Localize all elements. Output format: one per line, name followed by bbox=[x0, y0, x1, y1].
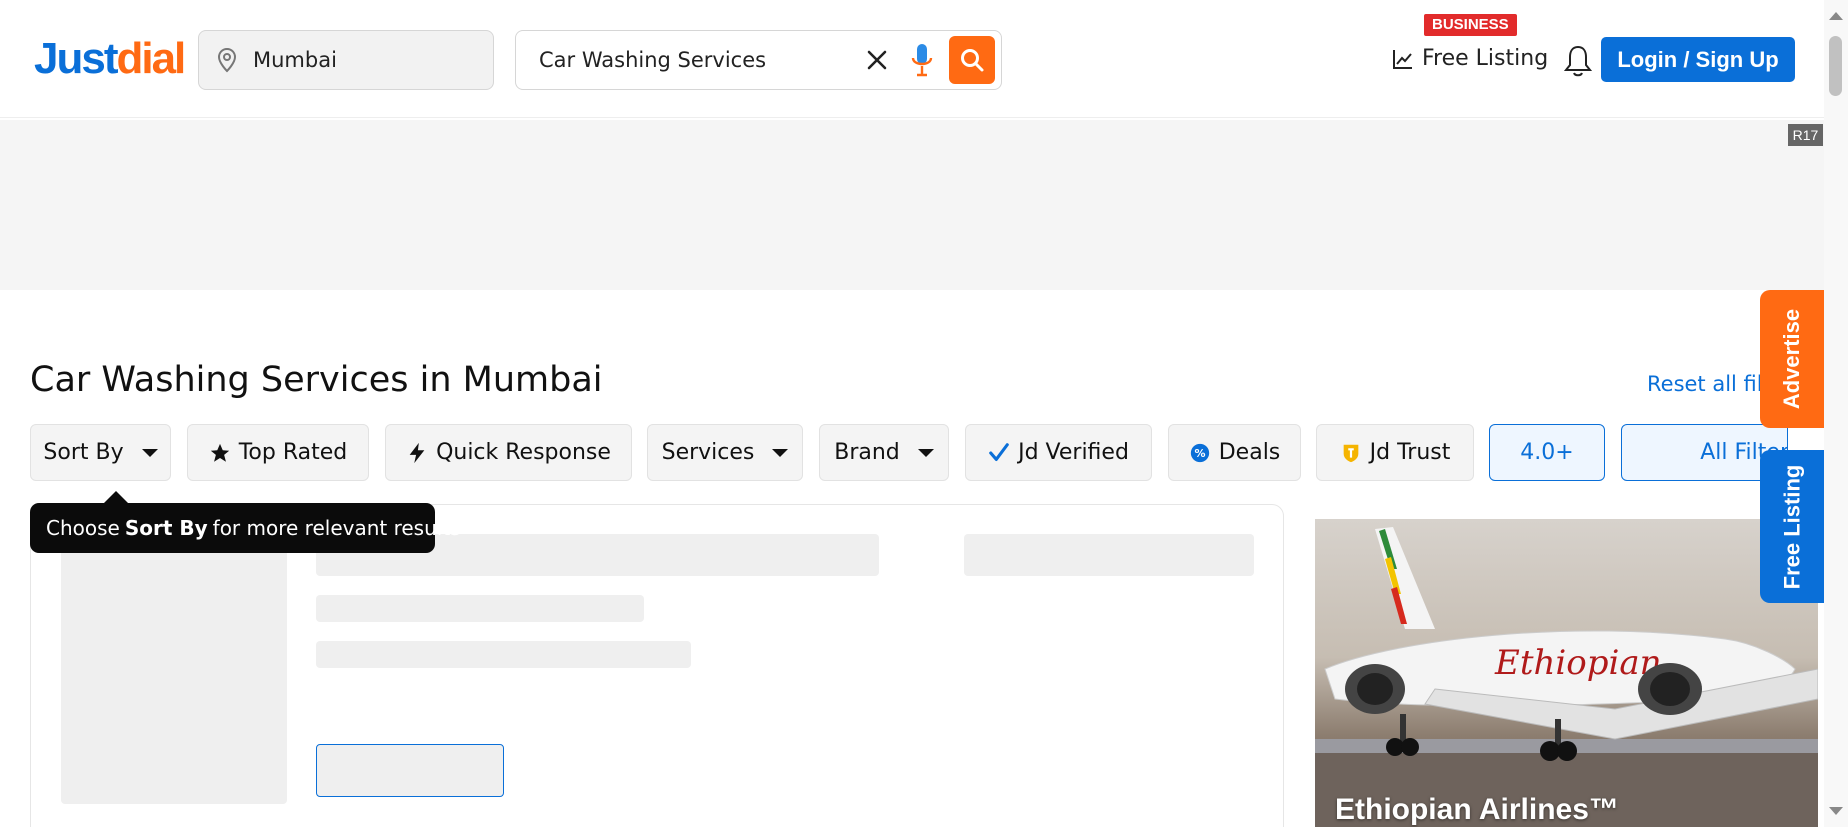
lightning-icon bbox=[409, 442, 425, 463]
tooltip-prefix: Choose bbox=[46, 516, 120, 540]
trust-shield-icon bbox=[1343, 444, 1358, 462]
filter-quick-response[interactable]: Quick Response bbox=[385, 424, 632, 481]
location-value: Mumbai bbox=[253, 48, 337, 72]
text-placeholder bbox=[316, 595, 644, 622]
free-listing-tab[interactable]: Free Listing bbox=[1760, 450, 1824, 603]
star-icon bbox=[210, 443, 229, 462]
filter-label: Brand bbox=[834, 440, 900, 465]
filter-label: Top Rated bbox=[238, 440, 348, 465]
logo-text-dial: dial bbox=[116, 34, 186, 83]
ad-caption: Ethiopian Airlines™ bbox=[1335, 793, 1619, 826]
search-button[interactable] bbox=[949, 36, 995, 84]
trend-chart-icon bbox=[1393, 49, 1412, 69]
filter-sort-by[interactable]: Sort By bbox=[30, 424, 171, 481]
svg-text:%: % bbox=[1194, 447, 1205, 460]
filter-label: Services bbox=[661, 440, 755, 465]
filter-label: Jd Trust bbox=[1369, 440, 1451, 465]
advertise-tab[interactable]: Advertise bbox=[1760, 290, 1824, 428]
advertise-tab-label: Advertise bbox=[1779, 308, 1804, 410]
top-header: Justdial Mumbai Car Washing Services BUS… bbox=[0, 0, 1824, 118]
tooltip-suffix: for more relevant results bbox=[212, 516, 461, 540]
justdial-logo[interactable]: Justdial bbox=[34, 34, 186, 84]
reset-filters-link[interactable]: Reset all fil bbox=[1647, 372, 1763, 396]
svg-text:Ethiopian: Ethiopian bbox=[1494, 643, 1662, 683]
sort-by-tooltip: Choose Sort By for more relevant results bbox=[30, 503, 461, 553]
filter-services[interactable]: Services bbox=[647, 424, 803, 481]
filter-jd-trust[interactable]: Jd Trust bbox=[1316, 424, 1474, 481]
check-icon bbox=[989, 442, 1009, 461]
location-input[interactable]: Mumbai bbox=[198, 30, 494, 90]
filter-jd-verified[interactable]: Jd Verified bbox=[965, 424, 1152, 481]
deals-percent-icon: % bbox=[1190, 443, 1209, 462]
ad-tag: R17 bbox=[1788, 124, 1823, 146]
caret-down-icon bbox=[917, 448, 934, 457]
image-placeholder bbox=[61, 536, 287, 804]
filter-top-rated[interactable]: Top Rated bbox=[187, 424, 369, 481]
filter-label: Deals bbox=[1218, 440, 1281, 465]
text-placeholder bbox=[316, 641, 691, 668]
scroll-down-arrow-icon[interactable] bbox=[1829, 807, 1843, 815]
filter-label: Sort By bbox=[43, 440, 124, 465]
side-ad-banner[interactable]: Ethiopian Ethiopian Airlines™ bbox=[1315, 519, 1818, 827]
close-icon[interactable] bbox=[864, 47, 890, 73]
free-listing-label: Free Listing bbox=[1422, 46, 1549, 71]
button-placeholder bbox=[316, 744, 504, 797]
location-pin-icon bbox=[217, 47, 237, 73]
airplane-image: Ethiopian bbox=[1315, 527, 1818, 827]
tooltip-arrow bbox=[104, 491, 128, 503]
action-placeholder bbox=[964, 534, 1254, 576]
caret-down-icon bbox=[772, 448, 789, 457]
page-scrollbar[interactable] bbox=[1824, 0, 1848, 827]
filter-brand[interactable]: Brand bbox=[819, 424, 949, 481]
filter-label: Jd Verified bbox=[1018, 440, 1129, 465]
business-badge: BUSINESS bbox=[1424, 14, 1517, 36]
top-ad-banner[interactable] bbox=[0, 120, 1824, 290]
caret-down-icon bbox=[141, 448, 158, 457]
bell-icon[interactable] bbox=[1563, 44, 1593, 78]
filter-label: Quick Response bbox=[436, 440, 611, 465]
search-icon bbox=[961, 49, 984, 72]
filter-label: 4.0+ bbox=[1520, 440, 1574, 465]
tooltip-bold: Sort By bbox=[124, 516, 208, 540]
free-listing-link[interactable]: Free Listing bbox=[1392, 46, 1548, 71]
free-listing-tab-label: Free Listing bbox=[1779, 464, 1804, 589]
login-signup-button[interactable]: Login / Sign Up bbox=[1601, 37, 1795, 82]
filter-deals[interactable]: % Deals bbox=[1168, 424, 1301, 481]
search-input[interactable]: Car Washing Services bbox=[515, 30, 1002, 90]
microphone-icon[interactable] bbox=[907, 41, 937, 81]
filter-rating-4-plus[interactable]: 4.0+ bbox=[1489, 424, 1605, 481]
scroll-up-arrow-icon[interactable] bbox=[1829, 12, 1843, 20]
scrollbar-thumb[interactable] bbox=[1829, 36, 1842, 96]
logo-text-just: Just bbox=[34, 34, 118, 83]
page-title: Car Washing Services in Mumbai bbox=[30, 360, 603, 400]
